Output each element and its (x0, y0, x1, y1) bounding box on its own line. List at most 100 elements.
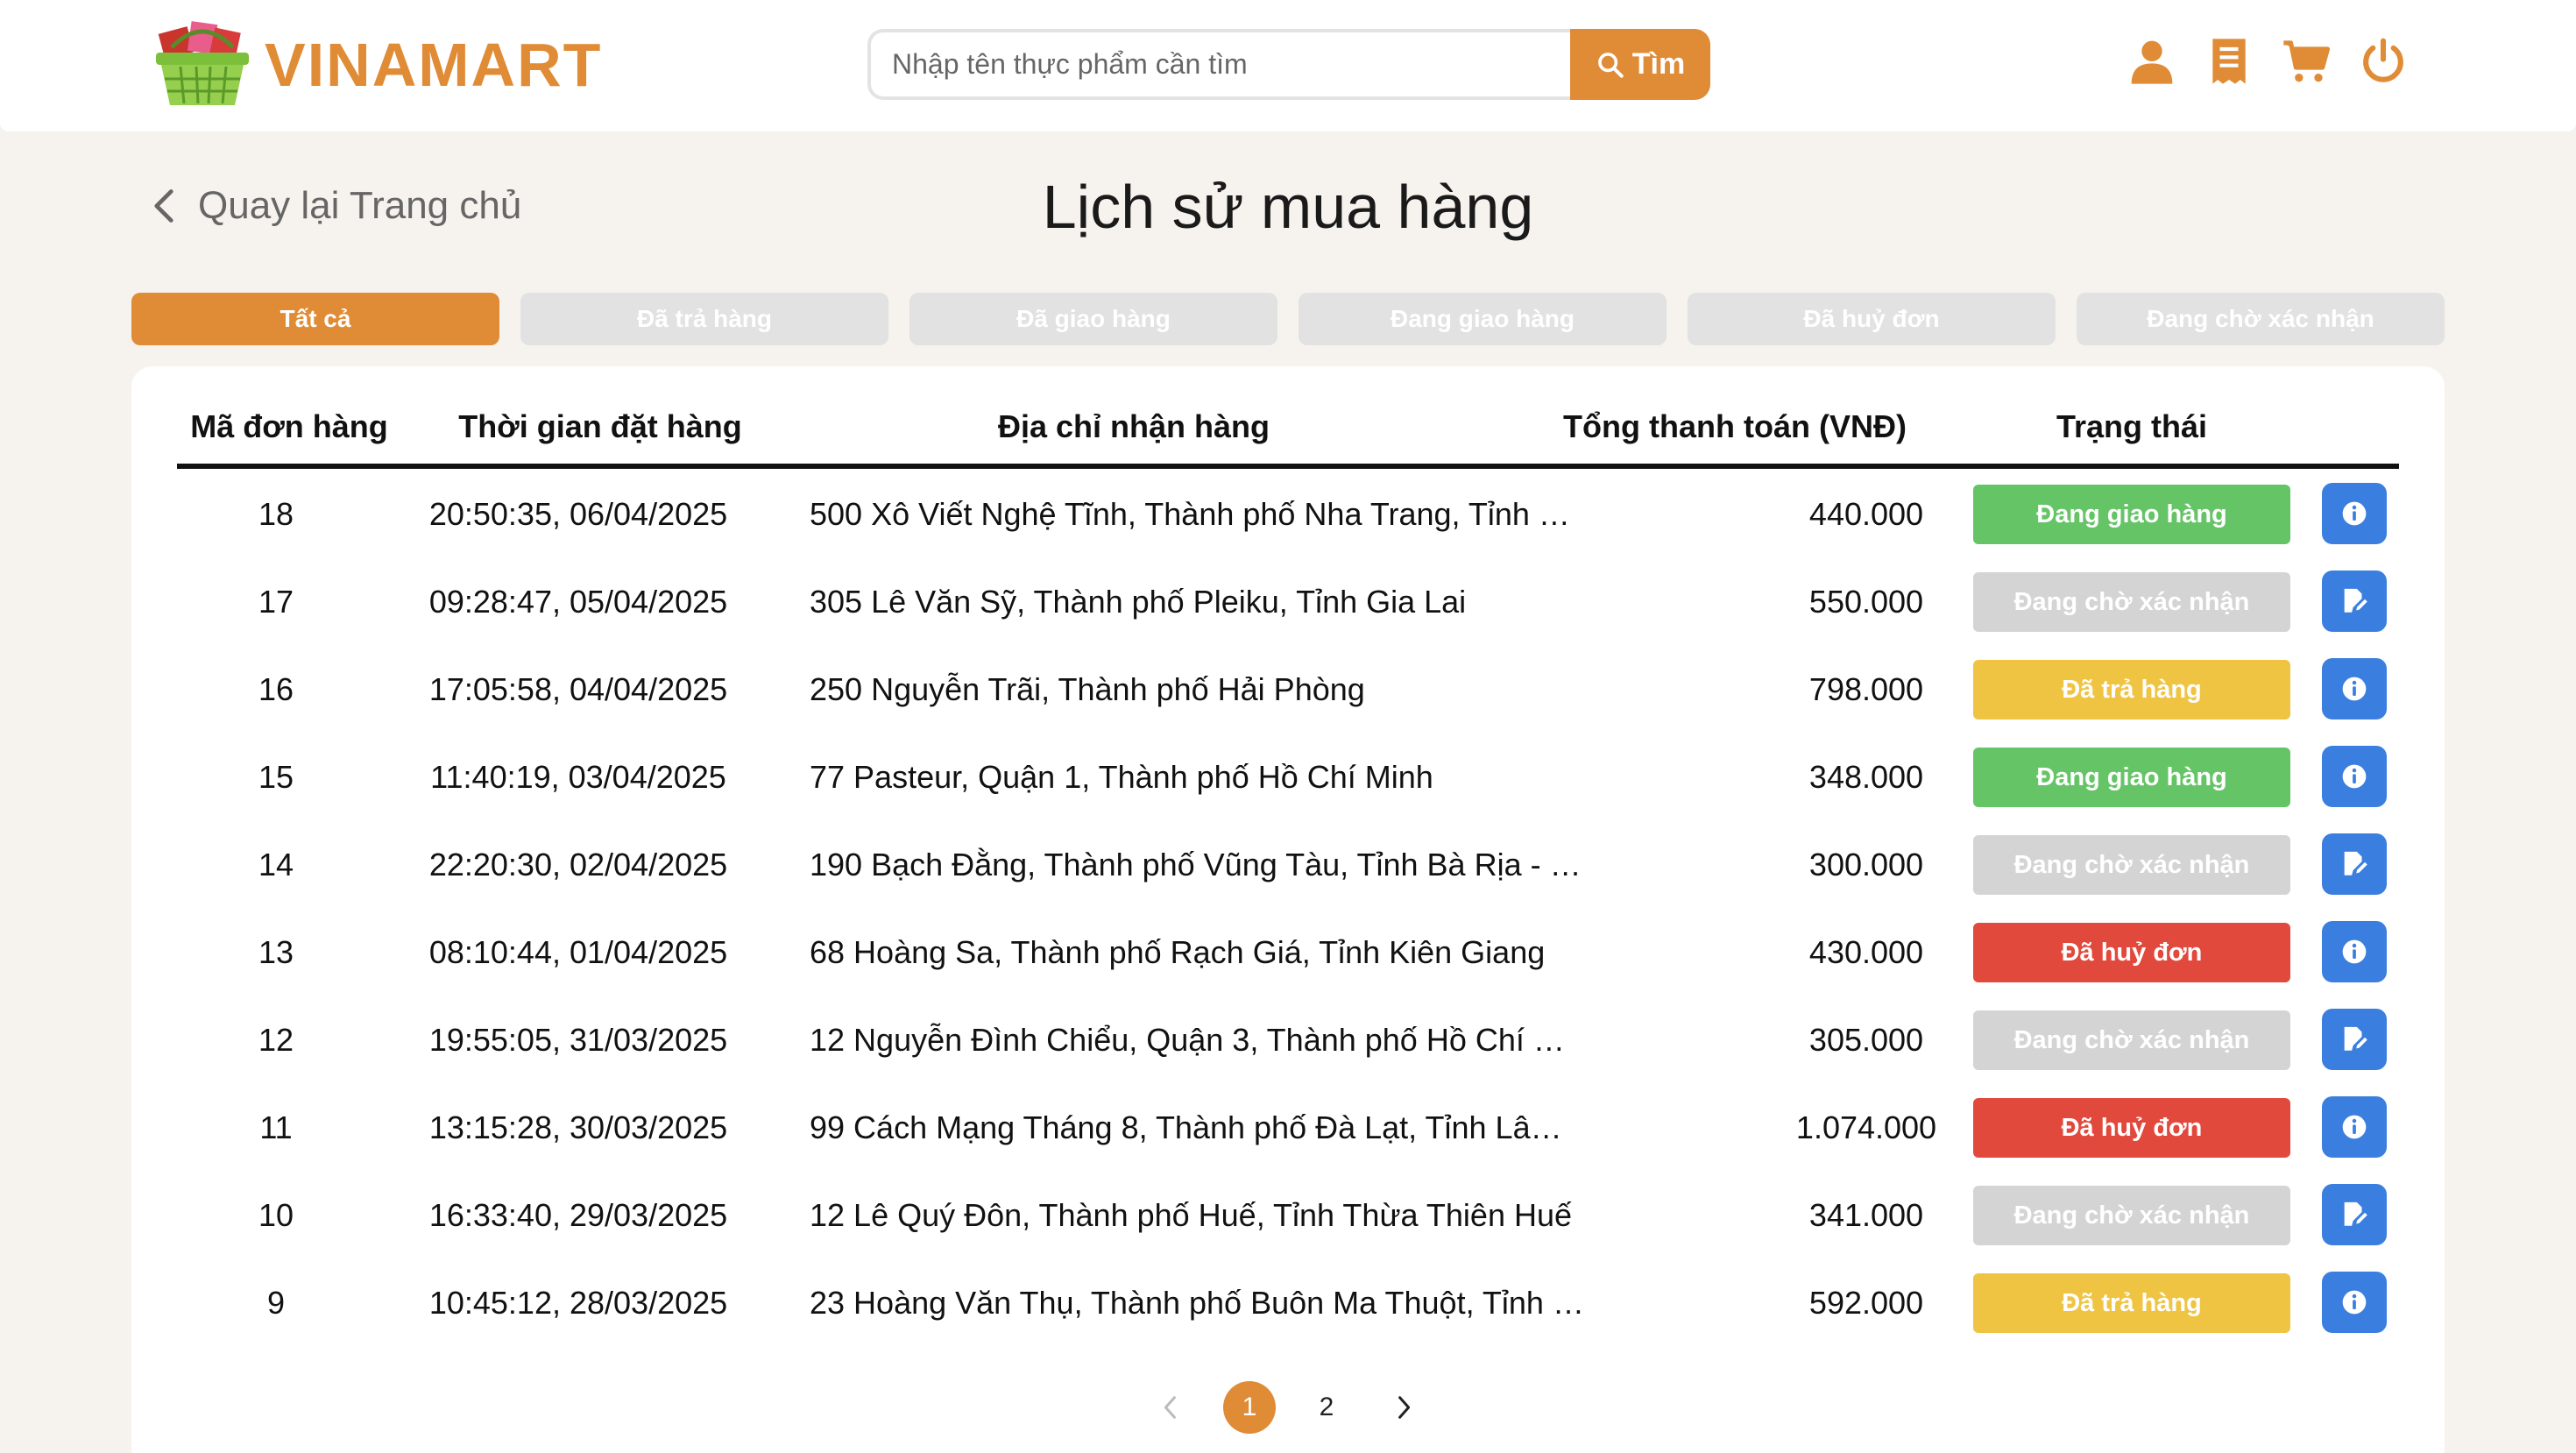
order-address-text: 500 Xô Viết Nghệ Tĩnh, Thành phố Nha Tra… (810, 496, 1585, 532)
cart-icon[interactable] (2282, 37, 2331, 86)
order-detail-button[interactable] (2322, 921, 2387, 982)
order-address: 250 Nguyễn Trãi, Thành phố Hải Phòng (810, 646, 1589, 734)
order-time: 17:05:58, 04/04/2025 (428, 671, 728, 707)
order-address-text: 305 Lê Văn Sỹ, Thành phố Pleiku, Tỉnh Gi… (810, 584, 1467, 620)
order-time: 09:28:47, 05/04/2025 (428, 584, 728, 620)
order-detail-button[interactable] (2322, 658, 2387, 719)
search-bar: Tìm (867, 29, 1710, 100)
column-header-total: Tổng thanh toán (VNĐ) (1563, 408, 1907, 444)
order-id: 14 (258, 847, 294, 882)
status-badge: Đã trả hàng (1973, 660, 2290, 719)
header-divider (177, 464, 2399, 469)
search-icon (1597, 52, 1624, 78)
edit-order-button[interactable] (2322, 1009, 2387, 1070)
tab-delivered[interactable]: Đã giao hàng (909, 293, 1277, 345)
table-row: 17 09:28:47, 05/04/2025 305 Lê Văn Sỹ, Thà… (131, 558, 2445, 646)
order-id: 9 (266, 1285, 286, 1321)
tab-shipping[interactable]: Đang giao hàng (1299, 293, 1667, 345)
order-id: 18 (258, 496, 294, 532)
top-header: VINAMART Tìm (0, 0, 2576, 131)
power-icon[interactable] (2359, 37, 2408, 86)
order-id: 16 (258, 671, 294, 707)
brand-name[interactable]: VINAMART (265, 26, 602, 103)
table-row: 14 22:20:30, 02/04/2025 190 Bạch Đằng, Thà… (131, 821, 2445, 909)
order-address-text: 99 Cách Mạng Tháng 8, Thành phố Đà Lạt, … (810, 1109, 1585, 1145)
order-time: 19:55:05, 31/03/2025 (428, 1022, 728, 1058)
order-time: 10:45:12, 28/03/2025 (428, 1285, 728, 1321)
order-id: 12 (258, 1022, 294, 1058)
info-icon (2342, 1115, 2367, 1139)
order-detail-button[interactable] (2322, 1096, 2387, 1158)
edit-icon (2344, 1201, 2369, 1226)
table-row: 15 11:40:19, 03/04/2025 77 Pasteur, Quận 1… (131, 734, 2445, 821)
page-2-button[interactable]: 2 (1300, 1381, 1353, 1434)
search-button-label: Tìm (1631, 47, 1686, 81)
edit-icon (2344, 851, 2369, 875)
order-address: 190 Bạch Đằng, Thành phố Vũng Tàu, Tỉnh … (810, 821, 1589, 909)
table-row: 12 19:55:05, 31/03/2025 12 Nguyễn Đình Chi… (131, 996, 2445, 1084)
table-row: 16 17:05:58, 04/04/2025 250 Nguyễn Trãi, T… (131, 646, 2445, 734)
order-address-text: 12 Lê Quý Đôn, Thành phố Huế, Tỉnh Thừa … (810, 1197, 1573, 1233)
order-address: 12 Lê Quý Đôn, Thành phố Huế, Tỉnh Thừa … (810, 1172, 1589, 1259)
order-address: 68 Hoàng Sa, Thành phố Rạch Giá, Tỉnh Ki… (810, 909, 1589, 996)
edit-icon (2344, 1026, 2369, 1051)
order-time: 22:20:30, 02/04/2025 (428, 847, 728, 882)
status-badge: Đang chờ xác nhận (1973, 835, 2290, 895)
order-address: 99 Cách Mạng Tháng 8, Thành phố Đà Lạt, … (810, 1084, 1589, 1172)
receipt-icon[interactable] (2204, 37, 2254, 86)
order-time: 08:10:44, 01/04/2025 (428, 934, 728, 970)
search-input[interactable] (867, 29, 1570, 100)
edit-order-button[interactable] (2322, 571, 2387, 632)
edit-icon (2344, 588, 2369, 613)
order-address-text: 68 Hoàng Sa, Thành phố Rạch Giá, Tỉnh Ki… (810, 934, 1546, 970)
page-1-button[interactable]: 1 (1223, 1381, 1276, 1434)
order-detail-button[interactable] (2322, 746, 2387, 807)
tab-all[interactable]: Tất cả (131, 293, 499, 345)
order-address: 23 Hoàng Văn Thụ, Thành phố Buôn Ma Thuộ… (810, 1259, 1589, 1347)
info-icon (2342, 1290, 2367, 1315)
order-address-text: 23 Hoàng Văn Thụ, Thành phố Buôn Ma Thuộ… (810, 1285, 1585, 1321)
order-id: 13 (258, 934, 294, 970)
order-id: 17 (258, 584, 294, 620)
info-icon (2342, 677, 2367, 701)
order-id: 11 (259, 1109, 293, 1145)
order-address-text: 190 Bạch Đằng, Thành phố Vũng Tàu, Tỉnh … (810, 847, 1585, 882)
order-address: 77 Pasteur, Quận 1, Thành phố Hồ Chí Min… (810, 734, 1589, 821)
column-header-address: Địa chỉ nhận hàng (997, 408, 1270, 444)
column-header-time: Thời gian đặt hàng (458, 408, 742, 444)
edit-order-button[interactable] (2322, 833, 2387, 895)
chevron-right-icon (1398, 1396, 1411, 1419)
order-address: 12 Nguyễn Đình Chiểu, Quận 3, Thành phố … (810, 996, 1589, 1084)
order-address: 500 Xô Viết Nghệ Tĩnh, Thành phố Nha Tra… (810, 471, 1589, 558)
order-id: 10 (258, 1197, 294, 1233)
status-badge: Đang chờ xác nhận (1973, 572, 2290, 632)
order-time: 13:15:28, 30/03/2025 (428, 1109, 728, 1145)
status-badge: Đã trả hàng (1973, 1273, 2290, 1333)
info-icon (2342, 939, 2367, 964)
table-row: 13 08:10:44, 01/04/2025 68 Hoàng Sa, Thành… (131, 909, 2445, 996)
tab-cancelled[interactable]: Đã huỷ đơn (1688, 293, 2056, 345)
tab-pending[interactable]: Đang chờ xác nhận (2077, 293, 2445, 345)
info-icon (2342, 501, 2367, 526)
chevron-left-icon (1164, 1396, 1176, 1419)
search-button[interactable]: Tìm (1570, 29, 1710, 100)
info-icon (2342, 764, 2367, 789)
table-row: 10 16:33:40, 29/03/2025 12 Lê Quý Đôn, Thà… (131, 1172, 2445, 1259)
status-badge: Đã huỷ đơn (1973, 1098, 2290, 1158)
next-page-button[interactable] (1377, 1381, 1430, 1434)
order-detail-button[interactable] (2322, 483, 2387, 544)
table-row: 9 10:45:12, 28/03/2025 23 Hoàng Văn Thụ, T… (131, 1259, 2445, 1347)
order-id: 15 (258, 759, 294, 795)
status-badge: Đang giao hàng (1973, 485, 2290, 544)
user-icon[interactable] (2127, 37, 2176, 86)
order-address-text: 77 Pasteur, Quận 1, Thành phố Hồ Chí Min… (810, 759, 1433, 795)
prev-page-button[interactable] (1144, 1381, 1197, 1434)
order-time: 20:50:35, 06/04/2025 (428, 496, 728, 532)
order-detail-button[interactable] (2322, 1272, 2387, 1333)
order-address: 305 Lê Văn Sỹ, Thành phố Pleiku, Tỉnh Gi… (810, 558, 1589, 646)
table-row: 18 20:50:35, 06/04/2025 500 Xô Viết Nghệ T… (131, 471, 2445, 558)
basket-logo-icon[interactable] (154, 21, 251, 109)
order-address-text: 250 Nguyễn Trãi, Thành phố Hải Phòng (810, 671, 1365, 707)
edit-order-button[interactable] (2322, 1184, 2387, 1245)
tab-returned[interactable]: Đã trả hàng (520, 293, 888, 345)
